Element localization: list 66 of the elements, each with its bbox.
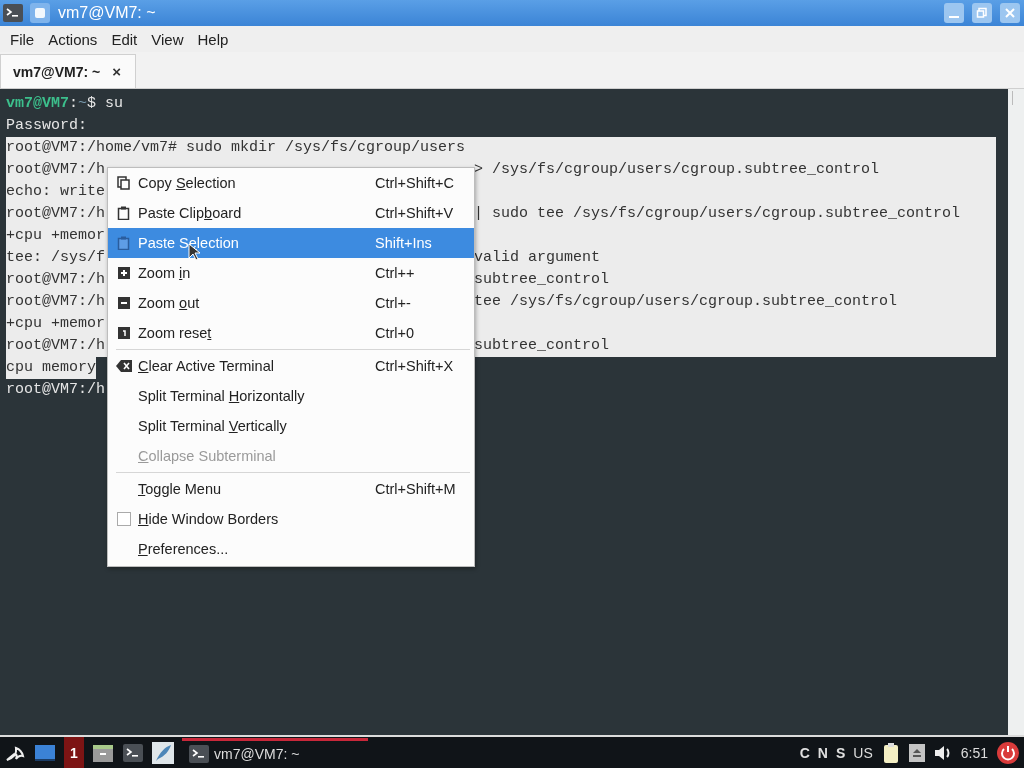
close-icon [1004, 7, 1016, 19]
minimize-icon [949, 16, 959, 18]
zoom-reset-icon [117, 327, 130, 339]
feather-icon[interactable] [152, 741, 174, 764]
menu-item[interactable]: Zoom in Ctrl++ [108, 258, 474, 288]
terminal-icon [188, 744, 210, 764]
terminal-line: root@VM7:/h [6, 204, 106, 224]
terminal-line: root@VM7:/h [6, 270, 106, 290]
window-icon [34, 7, 46, 19]
menu-item[interactable]: Zoom out Ctrl+- [108, 288, 474, 318]
terminal-line: root@VM7:/home/vm7# sudo mkdir /sys/fs/cgroup/users [6, 138, 466, 158]
terminal-line: root@VM7:/h [6, 292, 106, 312]
terminal-line: valid argument [474, 248, 602, 268]
copy-icon [116, 176, 131, 190]
terminal-tab[interactable]: vm7@VM7: ~ × [0, 54, 136, 88]
backspace-icon [115, 360, 132, 372]
menu-item[interactable]: Split Terminal Vertically [108, 411, 474, 441]
terminal-line: | sudo tee /sys/fs/cgroup/users/cgroup.subtree_control [474, 204, 962, 224]
menu-item[interactable]: Zoom reset Ctrl+0 [108, 318, 474, 348]
menu-item[interactable]: Copy Selection Ctrl+Shift+C [108, 168, 474, 198]
terminal-line: root@VM7:/h [6, 380, 106, 400]
window-title: vm7@VM7: ~ [58, 4, 157, 22]
menu-item[interactable]: Preferences... [108, 534, 474, 564]
menu-item[interactable]: File [3, 30, 42, 48]
terminal-line: echo: write [6, 182, 106, 202]
power-icon[interactable] [996, 740, 1020, 765]
clipboard-icon [116, 236, 131, 250]
terminal-line: > /sys/fs/cgroup/users/cgroup.subtree_control [474, 160, 881, 180]
terminal-line: +cpu +memor [6, 226, 106, 246]
terminal-line: root@VM7:/h [6, 336, 106, 356]
menu-item[interactable]: Edit [104, 30, 145, 48]
clipboard-icon [116, 206, 131, 220]
taskbar-task-button[interactable]: vm7@VM7: ~ [182, 738, 368, 767]
terminal-line: subtree_control [474, 336, 611, 356]
workspace-button[interactable]: 1 [64, 737, 84, 768]
desktop-icon[interactable] [34, 742, 56, 763]
terminal-icon[interactable] [122, 742, 144, 763]
lock-key-indicator: S [835, 744, 846, 761]
lock-key-indicator: N [817, 744, 828, 761]
menu-item[interactable]: Clear Active Terminal Ctrl+Shift+X [108, 351, 474, 381]
menu-item[interactable]: Paste Clipboard Ctrl+Shift+V [108, 198, 474, 228]
checkbox[interactable] [116, 512, 131, 526]
clock[interactable]: 6:51 [960, 744, 988, 761]
zoom-out-icon [117, 297, 130, 309]
menu-item[interactable]: Split Terminal Horizontally [108, 381, 474, 411]
menu-item[interactable]: Toggle Menu Ctrl+Shift+M [108, 474, 474, 504]
keyboard-layout-indicator[interactable]: US [853, 744, 873, 761]
terminal-line: vm7@VM7:~$ su [6, 94, 124, 114]
zoom-in-icon [117, 267, 130, 279]
tab-close-button[interactable]: × [112, 63, 121, 80]
eject-icon[interactable] [908, 743, 925, 762]
terminal-line: tee /sys/fs/cgroup/users/cgroup.subtree_control [474, 292, 899, 312]
terminal-line: tee: /sys/f [6, 248, 106, 268]
menu-item[interactable]: View [144, 30, 191, 48]
menu-item[interactable]: Help [190, 30, 236, 48]
terminal-line: +cpu +memor [6, 314, 106, 334]
scrollbar[interactable] [1008, 89, 1024, 735]
lock-key-indicator: C [799, 744, 810, 761]
terminal-icon [2, 3, 24, 23]
terminal-line: subtree_control [474, 270, 611, 290]
folder-icon[interactable] [92, 742, 114, 763]
menu-item[interactable]: Hide Window Borders [108, 504, 474, 534]
menu-item[interactable]: Actions [41, 30, 105, 48]
restore-icon [976, 7, 988, 19]
terminal-line: Password: [6, 116, 87, 136]
terminal-line: root@VM7:/h [6, 160, 106, 180]
